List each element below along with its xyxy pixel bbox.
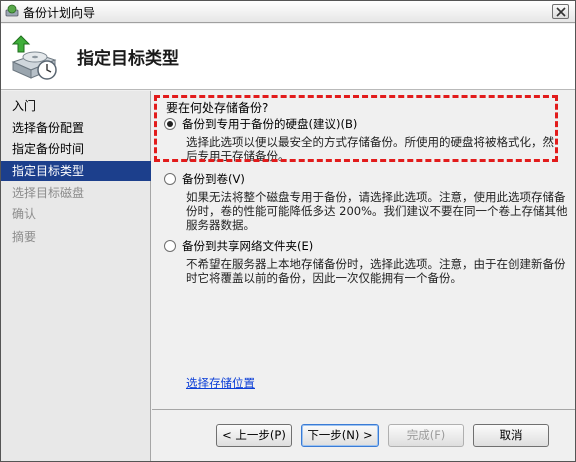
sidebar-step-destination-disk: 选择目标磁盘: [12, 186, 85, 200]
wizard-app-icon: [5, 4, 19, 18]
option-volume-description: 如果无法将整个磁盘专用于备份，请选择此选项。注意，使用此选项存储备份时，卷的性能…: [186, 190, 568, 232]
sidebar-step-summary: 摘要: [12, 230, 37, 244]
close-icon: [556, 7, 566, 17]
wizard-steps-sidebar: 入门 选择备份配置 指定备份时间 指定目标类型 选择目标磁盘 确认 摘要: [1, 91, 151, 461]
close-button[interactable]: [552, 4, 569, 19]
backup-disk-clock-icon: [7, 32, 59, 84]
option-network-share-label[interactable]: 备份到共享网络文件夹(E): [182, 238, 313, 254]
choose-storage-location-link[interactable]: 选择存储位置: [186, 375, 255, 391]
sidebar-step-backup-config[interactable]: 选择备份配置: [1, 118, 151, 138]
option-network-share-description: 不希望在服务器上本地存储备份时，选择此选项。注意，由于在创建新备份时它将覆盖以前…: [186, 257, 566, 285]
sidebar-step-backup-time[interactable]: 指定备份时间: [1, 139, 151, 159]
title-bar[interactable]: 备份计划向导: [1, 1, 575, 23]
backup-schedule-wizard-window: 备份计划向导 指定目标类型 入门 选择备份配置 指定备份时间 指定目标类型 选择…: [0, 0, 576, 462]
highlight-annotation-box: [154, 95, 558, 162]
finish-button: 完成(F): [388, 424, 464, 447]
cancel-button[interactable]: 取消: [473, 424, 549, 447]
window-title: 备份计划向导: [23, 6, 96, 20]
sidebar-step-confirm: 确认: [12, 207, 37, 221]
back-button[interactable]: < 上一步(P): [216, 424, 292, 447]
next-button[interactable]: 下一步(N) >: [301, 424, 379, 447]
wizard-header: 指定目标类型: [1, 24, 575, 90]
page-title: 指定目标类型: [77, 49, 179, 69]
sidebar-step-getting-started[interactable]: 入门: [1, 96, 151, 116]
radio-volume[interactable]: [164, 173, 176, 185]
option-volume-label[interactable]: 备份到卷(V): [182, 171, 245, 187]
radio-network-share[interactable]: [164, 240, 176, 252]
wizard-footer: < 上一步(P) 下一步(N) > 完成(F) 取消: [152, 409, 575, 461]
sidebar-step-destination-type[interactable]: 指定目标类型: [1, 161, 151, 181]
